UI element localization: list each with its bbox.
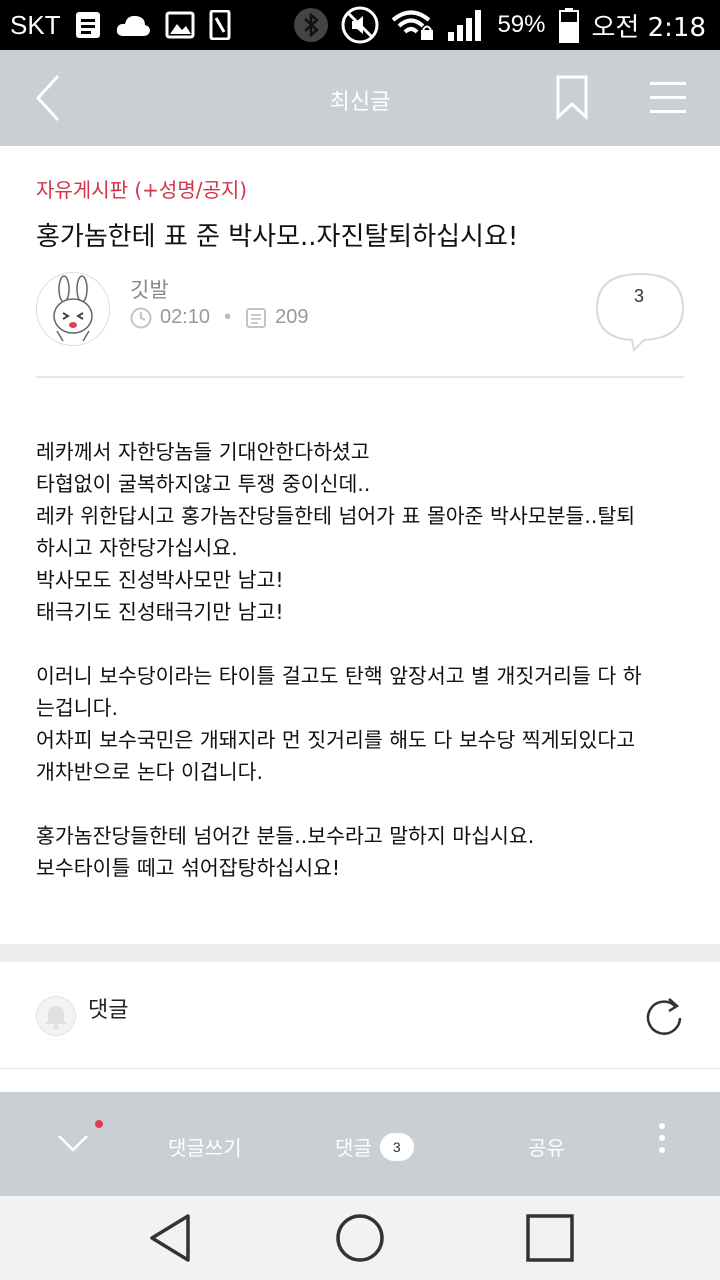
hamburger-menu-icon[interactable] <box>646 78 690 118</box>
divider <box>0 1068 720 1069</box>
post-time: 02:10 <box>160 306 211 328</box>
refresh-icon[interactable] <box>642 996 686 1040</box>
clock-icon <box>130 307 152 328</box>
bluetooth-icon <box>294 8 329 42</box>
post-meta: 02:10 • 209 <box>130 306 308 329</box>
mute-icon <box>341 6 379 44</box>
image-icon <box>165 11 195 39</box>
page-title: 최신글 <box>329 90 391 115</box>
author-name[interactable]: 깃발 <box>130 274 169 304</box>
section-separator <box>0 944 720 962</box>
status-clock: 오전 2:18 <box>591 12 707 43</box>
post-body-line: 하시고 자한당가십시요. <box>36 536 238 560</box>
phone-frame-icon <box>209 10 231 40</box>
board-name-link[interactable]: 자유게시판 (+성명/공지) <box>36 174 247 203</box>
post-body-line: 타협없이 굴복하지않고 투쟁 중이신데.. <box>36 472 371 496</box>
divider <box>36 376 684 378</box>
comment-count: 3 <box>633 286 644 306</box>
battery-icon <box>558 8 579 43</box>
more-vertical-icon[interactable] <box>650 1122 674 1154</box>
post-body: 레카께서 자한당놈들 기대안한다하셨고 타협없이 굴복하지않고 투쟁 중이신데.… <box>36 436 686 884</box>
notification-dot <box>95 1120 103 1128</box>
signal-icon <box>448 10 482 41</box>
bell-icon <box>45 1006 67 1030</box>
post-body-line: 는겁니다. <box>36 696 118 720</box>
write-comment-button[interactable]: 댓글쓰기 <box>168 1132 242 1161</box>
avatar[interactable] <box>36 272 110 346</box>
nav-back-icon[interactable] <box>146 1212 196 1264</box>
share-button[interactable]: 공유 <box>528 1132 565 1161</box>
comments-heading: 댓글 <box>88 998 129 1023</box>
nav-home-icon[interactable] <box>334 1212 386 1264</box>
comments-button-label: 댓글 <box>335 1136 372 1160</box>
comment-bubble-icon[interactable] <box>594 272 686 354</box>
post-body-line: 레카께서 자한당놈들 기대안한다하셨고 <box>36 440 370 464</box>
chevron-down-icon[interactable] <box>56 1132 90 1154</box>
post-body-line: 개차반으로 논다 이겁니다. <box>36 760 264 784</box>
post-body-line: 이러니 보수당이라는 타이틀 걸고도 탄핵 앞장서고 별 개짓거리들 다 하 <box>36 664 642 688</box>
bookmark-icon[interactable] <box>552 74 592 120</box>
post-body-line: 어차피 보수국민은 개돼지라 먼 짓거리를 해도 다 보수당 찍게되있다고 <box>36 728 636 752</box>
wifi-lock-icon <box>392 10 434 40</box>
post-body-line: 태극기도 진성태극기만 남고! <box>36 600 284 624</box>
app-header: 최신글 <box>0 50 720 146</box>
notification-bell-button[interactable] <box>36 996 76 1036</box>
post-title: 홍가놈한테 표 준 박사모..자진탈퇴하십시요! <box>36 222 519 252</box>
post-body-line: 레카 위한답시고 홍가놈잔당들한테 넘어가 표 몰아준 박사모분들..탈퇴 <box>36 504 636 528</box>
nav-recent-apps-icon[interactable] <box>525 1213 575 1263</box>
status-bar: SKT 59% 오전 2:18 <box>0 0 720 50</box>
system-nav-bar <box>0 1196 720 1280</box>
views-icon <box>246 307 267 328</box>
document-icon <box>75 12 100 38</box>
post-body-line: 홍가놈잔당들한테 넘어간 분들..보수라고 말하지 마십시요. <box>36 824 535 848</box>
post-body-line: 보수타이틀 떼고 섞어잡탕하십시요! <box>36 856 341 880</box>
battery-percent: 59% <box>497 11 546 38</box>
comments-count-badge: 3 <box>379 1132 414 1161</box>
bottom-action-bar: 댓글쓰기 댓글 3 공유 <box>0 1092 720 1196</box>
view-count: 209 <box>275 306 309 328</box>
post-body-line: 박사모도 진성박사모만 남고! <box>36 568 284 592</box>
cloud-icon <box>116 15 150 36</box>
rabbit-avatar-icon <box>53 275 93 342</box>
carrier-label: SKT <box>10 9 61 40</box>
meta-separator: • <box>224 306 232 328</box>
comments-button[interactable]: 댓글 3 <box>335 1132 414 1161</box>
